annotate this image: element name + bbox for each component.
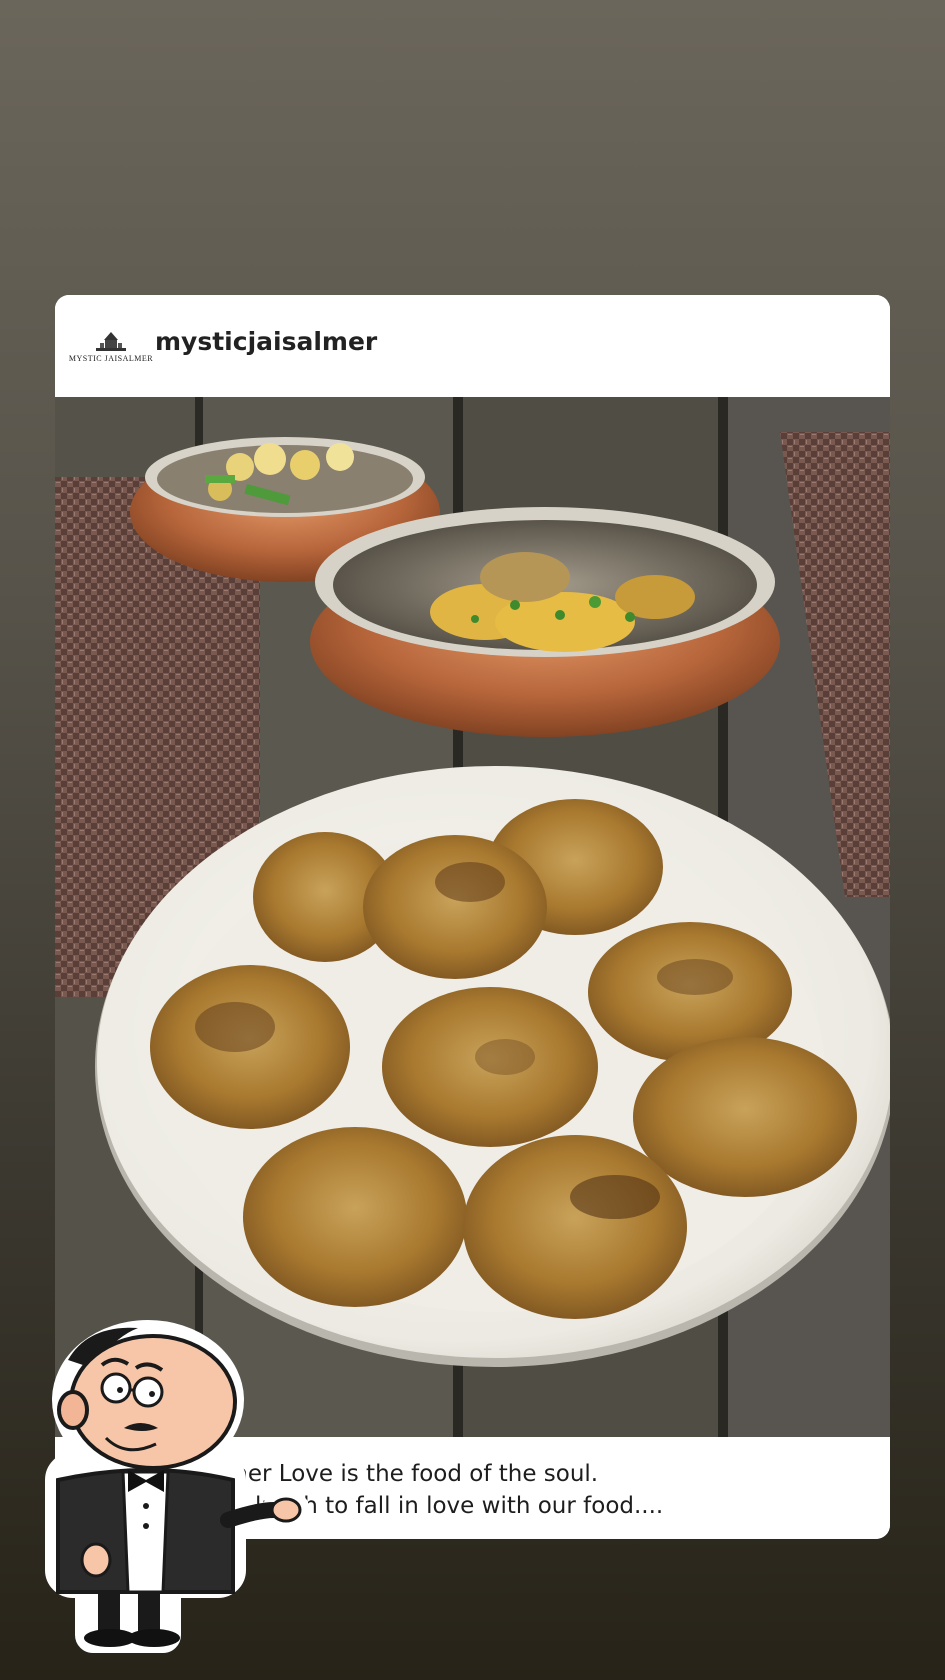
palace-logo-icon: [96, 332, 126, 351]
account-username[interactable]: mysticjaisalmer: [155, 327, 377, 356]
post-header: MYSTIC JAISALMER mysticjaisalmer: [55, 295, 890, 395]
logo-text: MYSTIC JAISALMER: [68, 354, 154, 363]
waiter-mascot-icon: [28, 1320, 308, 1655]
post-photo: [55, 397, 890, 1437]
account-avatar[interactable]: MYSTIC JAISALMER: [68, 323, 154, 371]
